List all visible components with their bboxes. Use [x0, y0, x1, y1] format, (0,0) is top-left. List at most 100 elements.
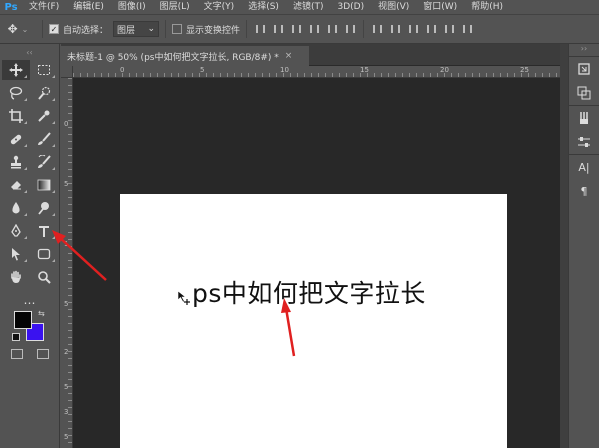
menu-help[interactable]: 帮助(H)	[464, 0, 510, 14]
ruler-label: 0	[64, 120, 69, 128]
ruler-label: 1	[64, 240, 69, 248]
ruler-label: 20	[440, 66, 449, 74]
hand-tool-icon[interactable]	[2, 267, 30, 287]
chevron-down-icon: ⌄	[21, 24, 29, 34]
move-icon: ✥	[7, 22, 18, 36]
ruler-label: 3	[64, 408, 69, 416]
ruler-label: 5	[64, 180, 69, 188]
menu-select[interactable]: 选择(S)	[241, 0, 286, 14]
menu-edit[interactable]: 编辑(E)	[66, 0, 111, 14]
document-canvas[interactable]: ps中如何把文字拉长	[120, 194, 507, 448]
foreground-color-swatch[interactable]	[14, 311, 32, 329]
default-colors-icon[interactable]	[12, 333, 20, 341]
healing-brush-tool-icon[interactable]	[2, 129, 30, 149]
show-transform-controls-checkbox[interactable]	[172, 24, 183, 34]
menu-type[interactable]: 文字(Y)	[197, 0, 242, 14]
quick-mask-icon[interactable]	[10, 349, 23, 359]
distribute-bottom-icon[interactable]	[406, 22, 420, 36]
move-cursor-icon	[177, 290, 190, 305]
ruler-label: 5	[64, 383, 69, 391]
pen-tool-icon[interactable]	[2, 221, 30, 241]
menu-image[interactable]: 图像(I)	[111, 0, 153, 14]
dock-group-type: A| ¶	[569, 154, 599, 203]
menu-view[interactable]: 视图(V)	[371, 0, 416, 14]
ruler-ticks	[73, 73, 560, 77]
document-tab-bar: 未标题-1 @ 50% (ps中如何把文字拉长, RGB/8#) * ×	[61, 44, 560, 66]
ruler-ticks	[68, 78, 72, 448]
vertical-ruler[interactable]: 0 5 1 5 2 5 3 5	[61, 78, 73, 448]
more-tools-icon[interactable]: …	[0, 294, 59, 306]
ruler-label: 5	[200, 66, 205, 74]
shape-tool-icon[interactable]	[30, 244, 58, 264]
menu-3d[interactable]: 3D(D)	[330, 0, 371, 14]
align-left-icon[interactable]	[307, 22, 321, 36]
brush-tool-icon[interactable]	[30, 129, 58, 149]
type-tool-icon[interactable]	[30, 221, 58, 241]
distribute-left-icon[interactable]	[424, 22, 438, 36]
canvas-text-layer[interactable]: ps中如何把文字拉长	[192, 274, 426, 310]
divider	[246, 20, 248, 38]
chevron-down-icon: ⌄	[147, 24, 156, 34]
history-brush-tool-icon[interactable]	[30, 152, 58, 172]
clone-stamp-tool-icon[interactable]	[2, 152, 30, 172]
align-hcenter-icon[interactable]	[325, 22, 339, 36]
auto-select-target-value: 图层	[117, 25, 136, 36]
ruler-label: 15	[360, 66, 369, 74]
paragraph-panel-icon[interactable]: ¶	[576, 184, 592, 198]
document-area: 未标题-1 @ 50% (ps中如何把文字拉长, RGB/8#) * × 0 5…	[61, 44, 560, 448]
distribute-hcenter-icon[interactable]	[442, 22, 456, 36]
swap-colors-icon[interactable]: ⇆	[38, 309, 45, 318]
right-panel-dock: ›› A| ¶	[568, 44, 599, 448]
layer-comps-icon[interactable]	[576, 86, 592, 100]
panel-expand-icon[interactable]: ››	[569, 44, 599, 56]
gradient-tool-icon[interactable]	[30, 175, 58, 195]
align-bottom-icon[interactable]	[289, 22, 303, 36]
ruler-label: 5	[64, 433, 69, 441]
menu-window[interactable]: 窗口(W)	[416, 0, 464, 14]
distribute-right-icon[interactable]	[460, 22, 474, 36]
history-panel-icon[interactable]	[576, 62, 592, 76]
screen-mode-icon[interactable]	[36, 349, 49, 359]
show-transform-controls-label: 显示变换控件	[186, 25, 241, 36]
path-select-tool-icon[interactable]	[2, 244, 30, 264]
panel-collapse-icon[interactable]: ‹‹	[0, 44, 59, 60]
divider	[165, 20, 167, 38]
dock-separator	[560, 44, 568, 448]
crop-tool-icon[interactable]	[2, 106, 30, 126]
align-right-icon[interactable]	[343, 22, 357, 36]
blur-tool-icon[interactable]	[2, 198, 30, 218]
eyedropper-tool-icon[interactable]	[30, 106, 58, 126]
align-vcenter-icon[interactable]	[271, 22, 285, 36]
dodge-tool-icon[interactable]	[30, 198, 58, 218]
auto-select-label: 自动选择：	[63, 25, 109, 36]
document-tab[interactable]: 未标题-1 @ 50% (ps中如何把文字拉长, RGB/8#) * ×	[61, 46, 309, 66]
quick-select-tool-icon[interactable]	[30, 83, 58, 103]
ruler-label: 2	[64, 348, 69, 356]
tool-preset-picker[interactable]: ✥ ⌄	[0, 19, 36, 39]
tool-grid	[0, 60, 59, 287]
auto-select-checkbox[interactable]: ✓	[49, 24, 59, 34]
menu-filter[interactable]: 滤镜(T)	[286, 0, 331, 14]
distribute-vcenter-icon[interactable]	[388, 22, 402, 36]
distribute-buttons	[370, 22, 474, 36]
character-panel-icon[interactable]: A|	[576, 160, 592, 174]
move-tool-icon[interactable]	[1, 60, 30, 80]
auto-select-target-dropdown[interactable]: 图层 ⌄	[113, 21, 160, 37]
eraser-tool-icon[interactable]	[2, 175, 30, 195]
lasso-tool-icon[interactable]	[2, 83, 30, 103]
horizontal-ruler[interactable]: 0 5 10 15 20 25	[73, 66, 560, 78]
menu-file[interactable]: 文件(F)	[22, 0, 66, 14]
brush-settings-icon[interactable]	[576, 111, 592, 125]
adjustments-sliders-icon[interactable]	[576, 135, 592, 149]
photoshop-logo: Ps	[4, 1, 18, 13]
distribute-top-icon[interactable]	[370, 22, 384, 36]
menu-layer[interactable]: 图层(L)	[153, 0, 197, 14]
mode-buttons	[0, 349, 59, 359]
ruler-origin[interactable]	[61, 66, 73, 78]
align-top-icon[interactable]	[253, 22, 267, 36]
menu-bar: Ps 文件(F) 编辑(E) 图像(I) 图层(L) 文字(Y) 选择(S) 滤…	[0, 0, 599, 14]
zoom-tool-icon[interactable]	[30, 267, 58, 287]
marquee-tool-icon[interactable]	[30, 60, 58, 80]
divider	[363, 20, 365, 38]
close-icon[interactable]: ×	[285, 51, 293, 61]
